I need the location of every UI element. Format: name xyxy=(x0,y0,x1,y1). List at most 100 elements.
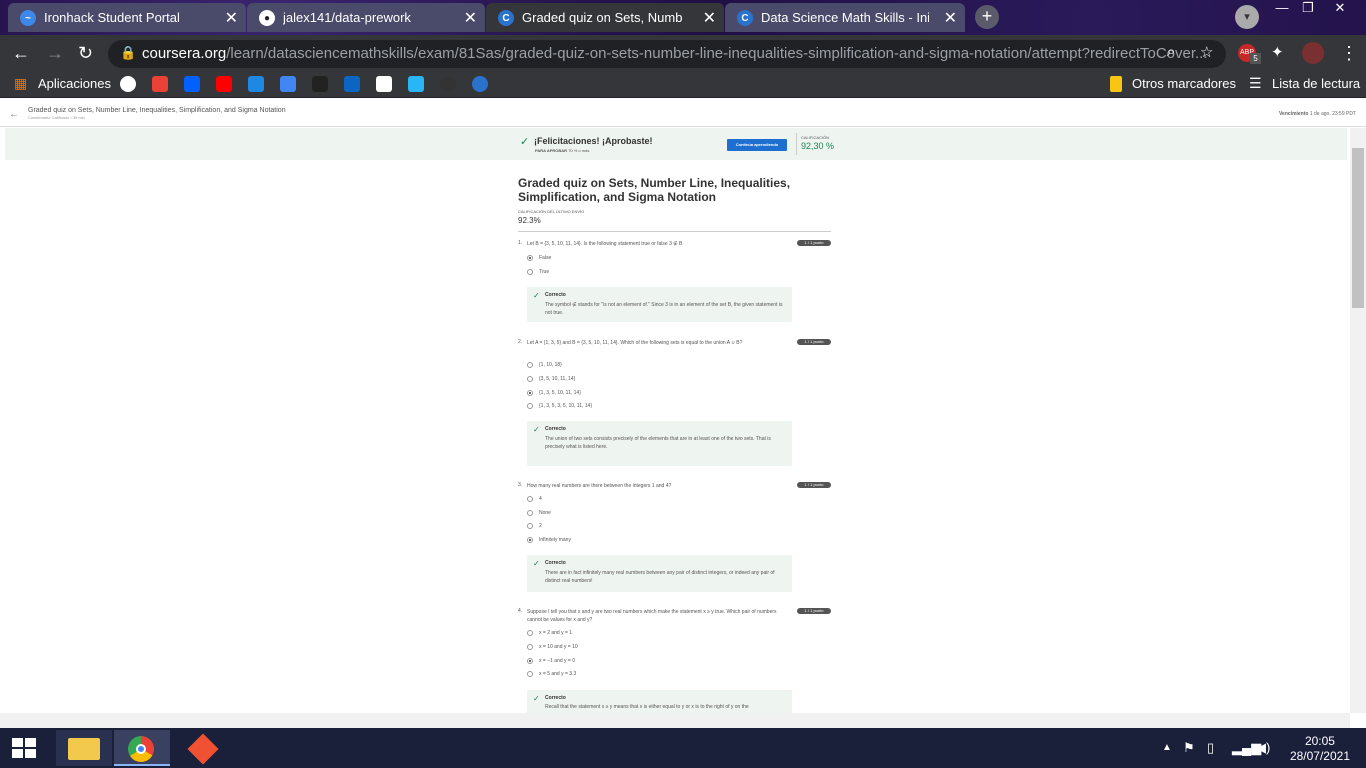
back-arrow-icon[interactable]: ← xyxy=(9,109,19,120)
profile-menu-icon[interactable]: ▾ xyxy=(1235,5,1259,29)
radio-unselected[interactable] xyxy=(527,362,533,368)
radio-unselected[interactable] xyxy=(527,403,533,409)
radio-selected[interactable] xyxy=(527,390,533,396)
taskbar: ▲ ⚑ ▯ ▂▄▆ ◀) 20:05 28/07/2021 xyxy=(0,728,1366,768)
volume-icon[interactable]: ◀) xyxy=(1256,740,1270,756)
radio-unselected[interactable] xyxy=(527,496,533,502)
restore-icon[interactable]: ❐ xyxy=(1298,0,1318,18)
bookmark-app-icon[interactable] xyxy=(376,76,392,92)
bookmark-app-icon[interactable] xyxy=(408,76,424,92)
radio-unselected[interactable] xyxy=(527,630,533,636)
option-radio[interactable]: None xyxy=(527,509,551,517)
bookmarks-bar: ▦ Aplicaciones Otros marcadores ☰ Lista … xyxy=(0,70,1366,98)
menu-kebab-icon[interactable]: ⋮ xyxy=(1340,43,1358,64)
question-4: 4. Suppose I tell you that x and y are t… xyxy=(518,608,831,713)
reading-list-icon: ☰ xyxy=(1249,75,1262,91)
points-badge: 1 / 1 punto xyxy=(797,482,831,488)
dropbox-icon[interactable] xyxy=(184,76,200,92)
bookmark-app-icon[interactable] xyxy=(248,76,264,92)
quiz-content: Graded quiz on Sets, Number Line, Inequa… xyxy=(518,176,831,232)
option-radio[interactable]: 2 xyxy=(527,522,542,530)
close-tab-icon[interactable]: ✕ xyxy=(225,8,238,28)
zoom-icon[interactable]: ⌕ xyxy=(1167,43,1175,60)
option-radio[interactable]: True xyxy=(527,268,549,276)
radio-unselected[interactable] xyxy=(527,510,533,516)
close-window-icon[interactable]: ✕ xyxy=(1330,0,1350,18)
radio-unselected[interactable] xyxy=(527,376,533,382)
scrollbar-thumb[interactable] xyxy=(1352,148,1364,308)
lock-icon: 🔒 xyxy=(120,45,137,60)
option-radio[interactable]: 4 xyxy=(527,495,542,503)
chevron-up-icon[interactable]: ▲ xyxy=(1162,742,1172,753)
windows-start-icon[interactable] xyxy=(10,736,38,760)
feedback-box: ✓ Correcto There are in fact infinitely … xyxy=(527,555,792,592)
option-radio[interactable]: {1, 3, 5, 10, 11, 14} xyxy=(527,389,581,397)
chrome-icon[interactable] xyxy=(114,730,170,766)
tab-github[interactable]: ● jalex141/data-prework ✕ xyxy=(247,3,485,32)
flag-icon[interactable]: ⚑ xyxy=(1183,740,1195,756)
radio-unselected[interactable] xyxy=(527,269,533,275)
bookmark-star-icon[interactable]: ☆ xyxy=(1200,43,1213,61)
radio-unselected[interactable] xyxy=(527,523,533,529)
folder-icon xyxy=(1110,76,1122,92)
avatar[interactable] xyxy=(1302,42,1324,64)
new-tab-button[interactable]: + xyxy=(975,5,999,29)
checkmark-icon: ✓ xyxy=(533,559,540,568)
bookmark-apps[interactable]: Aplicaciones xyxy=(38,76,111,91)
coursera-icon: C xyxy=(498,10,514,26)
option-radio[interactable]: {1, 10, 18} xyxy=(527,361,562,369)
clock[interactable]: 20:05 28/07/2021 xyxy=(1290,734,1350,764)
tab-math-skills[interactable]: C Data Science Math Skills - Inicio ✕ xyxy=(725,3,965,32)
youtube-icon[interactable] xyxy=(216,76,232,92)
gmail-icon[interactable] xyxy=(152,76,168,92)
url-field[interactable]: 🔒 coursera.org/learn/datasciencemathskil… xyxy=(108,40,1226,68)
radio-unselected[interactable] xyxy=(527,671,533,677)
google-icon[interactable] xyxy=(120,76,136,92)
battery-icon[interactable]: ▯ xyxy=(1207,740,1214,756)
github-icon[interactable] xyxy=(440,76,456,92)
forward-icon[interactable]: → xyxy=(46,43,64,64)
feedback-box: ✓ Correcto The symbol ∉ stands for "is n… xyxy=(527,287,792,322)
close-tab-icon[interactable]: ✕ xyxy=(464,8,477,28)
linkedin-icon[interactable] xyxy=(344,76,360,92)
option-radio[interactable]: {3, 5, 10, 11, 14} xyxy=(527,375,575,383)
breadcrumb: ← Graded quiz on Sets, Number Line, Ineq… xyxy=(0,103,1366,127)
close-tab-icon[interactable]: ✕ xyxy=(944,8,957,28)
minimize-icon[interactable]: — xyxy=(1272,0,1292,18)
reload-icon[interactable]: ↻ xyxy=(78,43,93,64)
pass-banner: ✓ ¡Felicitaciones! ¡Aprobaste! PARA APRO… xyxy=(5,128,1347,160)
tab-ironhack[interactable]: ~ Ironhack Student Portal ✕ xyxy=(8,3,246,32)
git-app-icon[interactable] xyxy=(176,730,232,766)
radio-selected[interactable] xyxy=(527,255,533,261)
radio-selected[interactable] xyxy=(527,658,533,664)
option-radio[interactable]: x = −1 and y = 0 xyxy=(527,657,575,665)
coursera-icon[interactable] xyxy=(472,76,488,92)
grade-label: CALIFICACIÓN xyxy=(801,135,830,140)
checkmark-icon: ✓ xyxy=(533,425,540,434)
vertical-scrollbar[interactable] xyxy=(1350,128,1366,713)
points-badge: 1 / 1 punto xyxy=(797,339,831,345)
radio-unselected[interactable] xyxy=(527,644,533,650)
bookmark-app-icon[interactable] xyxy=(312,76,328,92)
option-radio[interactable]: {1, 3, 5, 3, 5, 10, 11, 14} xyxy=(527,402,592,410)
question-2: 2. Let A = {1, 3, 5} and B = {3, 5, 10, … xyxy=(518,339,831,469)
back-icon[interactable]: ← xyxy=(12,43,30,64)
option-radio[interactable]: x = 10 and y = 10 xyxy=(527,643,578,651)
horizontal-scrollbar[interactable] xyxy=(0,713,1350,728)
file-explorer-icon[interactable] xyxy=(56,730,112,766)
option-radio[interactable]: x = 2 and y = 1 xyxy=(527,629,572,637)
checkmark-icon: ✓ xyxy=(533,694,540,703)
option-radio[interactable]: x = 5 and y = 3.3 xyxy=(527,670,576,678)
tab-graded-quiz[interactable]: C Graded quiz on Sets, Number Line, Ineq… xyxy=(486,3,724,32)
option-radio[interactable]: False xyxy=(527,254,551,262)
reading-list[interactable]: Lista de lectura xyxy=(1272,76,1360,91)
coursera-page: ← Graded quiz on Sets, Number Line, Ineq… xyxy=(0,103,1366,728)
radio-selected[interactable] xyxy=(527,537,533,543)
close-tab-icon[interactable]: ✕ xyxy=(703,8,716,28)
google-translate-icon[interactable] xyxy=(280,76,296,92)
option-radio[interactable]: Infinitely many xyxy=(527,536,571,544)
extensions-puzzle-icon[interactable]: ✦ xyxy=(1271,43,1284,61)
bookmark-others[interactable]: Otros marcadores xyxy=(1132,76,1236,91)
coursera-icon: C xyxy=(737,10,753,26)
continue-learning-button[interactable]: Continúa aprendiendo xyxy=(727,139,787,151)
